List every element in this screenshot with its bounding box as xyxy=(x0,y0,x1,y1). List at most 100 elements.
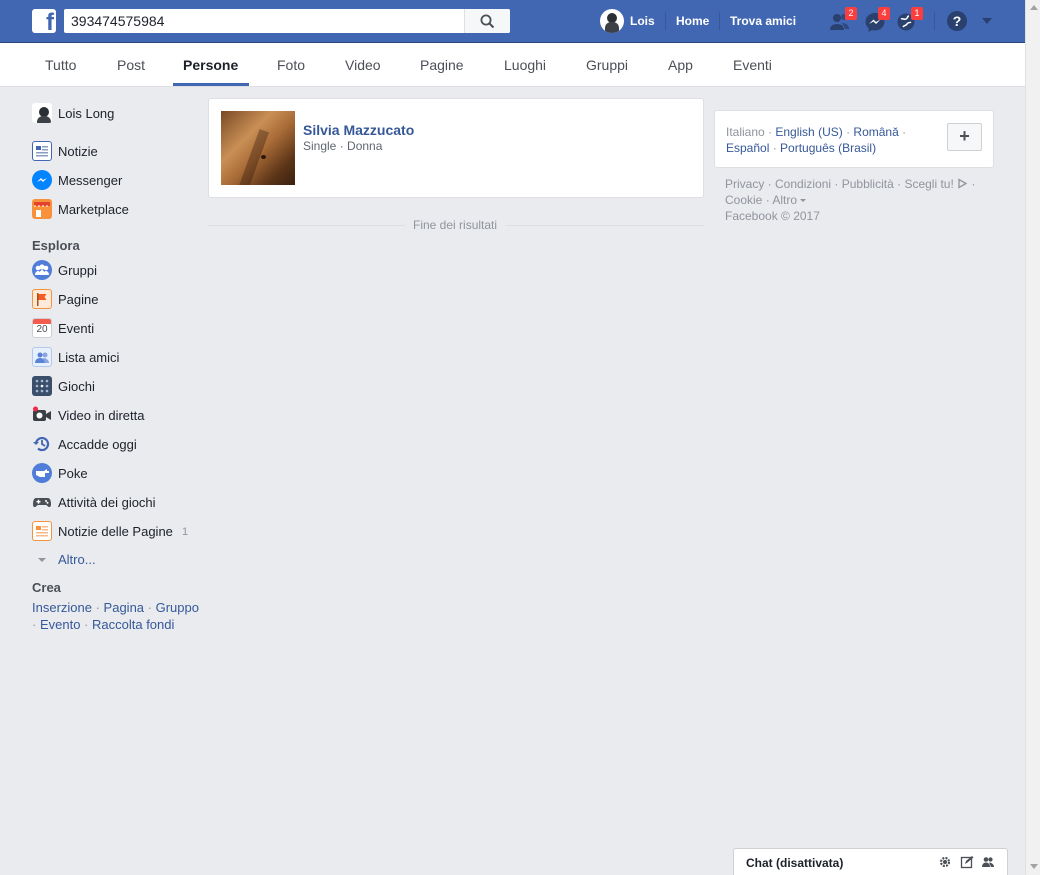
tab-posts[interactable]: Post xyxy=(117,57,145,73)
more-footer-link[interactable]: Altro xyxy=(772,193,797,207)
language-list: Italiano · English (US) · Română · Españ… xyxy=(726,125,907,155)
sidebar-item-live-video[interactable]: Video in diretta xyxy=(32,404,145,426)
messages-badge: 4 xyxy=(878,7,890,20)
sidebar-item-label: Notizie xyxy=(58,143,98,159)
add-language-button[interactable]: + xyxy=(947,123,982,151)
calendar-icon: 20 xyxy=(32,318,52,338)
svg-text:?: ? xyxy=(953,13,962,29)
sidebar-item-poke[interactable]: Poke xyxy=(32,462,88,484)
language-link[interactable]: English (US) xyxy=(775,125,842,139)
result-name-link[interactable]: Silvia Mazzucato xyxy=(303,122,414,138)
tab-events[interactable]: Eventi xyxy=(733,57,772,73)
language-link[interactable]: Español xyxy=(726,141,769,155)
language-link[interactable]: Português (Brasil) xyxy=(780,141,876,155)
sidebar-item-label: Notizie delle Pagine xyxy=(58,523,173,539)
create-event-link[interactable]: Evento xyxy=(40,617,80,632)
gamepad-icon xyxy=(32,492,52,512)
create-page-link[interactable]: Pagina xyxy=(104,600,144,615)
page-scrollbar[interactable] xyxy=(1025,0,1040,875)
search-box xyxy=(64,9,510,33)
search-button[interactable] xyxy=(464,9,510,33)
profile-link[interactable]: Lois xyxy=(600,8,655,34)
search-input[interactable] xyxy=(64,9,465,33)
sidebar-more-link[interactable]: Altro... xyxy=(32,548,96,570)
terms-link[interactable]: Condizioni xyxy=(775,177,831,191)
home-link[interactable]: Home xyxy=(676,14,709,28)
cookies-link[interactable]: Cookie xyxy=(725,193,762,207)
groups-icon xyxy=(32,260,52,280)
chat-sidebar-bar[interactable]: Chat (disattivata) xyxy=(733,848,1008,875)
sidebar-item-news-feed[interactable]: Notizie xyxy=(32,140,98,162)
privacy-link[interactable]: Privacy xyxy=(725,177,764,191)
sidebar-item-pages[interactable]: Pagine xyxy=(32,288,98,310)
friend-requests-badge: 2 xyxy=(845,7,857,20)
language-link[interactable]: Română xyxy=(853,125,898,139)
ad-choices-link[interactable]: Scegli tu! xyxy=(904,177,953,191)
nav-divider xyxy=(719,12,720,30)
sidebar-item-messenger[interactable]: Messenger xyxy=(32,169,122,191)
marketplace-icon xyxy=(32,199,52,219)
footer-links: Privacy · Condizioni · Pubblicità · Sceg… xyxy=(725,177,976,223)
scroll-down-arrow-icon[interactable] xyxy=(1030,864,1038,869)
sidebar-item-pages-feed[interactable]: Notizie delle Pagine xyxy=(32,520,202,542)
sidebar-item-label: Attività dei giochi xyxy=(58,494,156,510)
tab-videos[interactable]: Video xyxy=(345,57,381,73)
sidebar-item-label: Messenger xyxy=(58,172,123,188)
explore-heading: Esplora xyxy=(32,238,80,253)
sidebar-item-friend-list[interactable]: Lista amici xyxy=(32,346,119,368)
sidebar-item-events[interactable]: 20 Eventi xyxy=(32,317,94,339)
sidebar-item-label: Marketplace xyxy=(58,201,129,217)
sidebar-item-label: Poke xyxy=(58,465,88,481)
create-heading: Crea xyxy=(32,580,61,595)
more-label: Altro... xyxy=(58,551,96,567)
sidebar-item-games[interactable]: Giochi xyxy=(32,375,95,397)
sidebar-item-label: Giochi xyxy=(58,378,95,394)
chat-settings-button[interactable] xyxy=(938,855,952,869)
find-friends-link[interactable]: Trova amici xyxy=(730,14,796,28)
tab-places[interactable]: Luoghi xyxy=(504,57,546,73)
group-chat-icon xyxy=(982,857,994,867)
tab-apps[interactable]: App xyxy=(668,57,693,73)
account-menu-button[interactable] xyxy=(980,16,994,26)
tab-people[interactable]: Persone xyxy=(183,57,238,73)
create-ad-link[interactable]: Inserzione xyxy=(32,600,92,615)
sidebar-item-game-activity[interactable]: Attività dei giochi xyxy=(32,491,156,513)
search-filter-tabs: Tutto Post Persone Foto Video Pagine Luo… xyxy=(0,43,1025,87)
facebook-logo-icon[interactable]: f xyxy=(32,9,56,33)
help-icon: ? xyxy=(947,11,967,31)
sidebar-profile-name: Lois Long xyxy=(58,105,115,121)
help-button[interactable]: ? xyxy=(946,10,970,34)
active-tab-indicator xyxy=(173,83,249,86)
caret-down-icon xyxy=(982,18,992,24)
tab-all[interactable]: Tutto xyxy=(45,57,76,73)
tab-photos[interactable]: Foto xyxy=(277,57,305,73)
new-message-button[interactable] xyxy=(960,855,974,869)
ad-choices-icon xyxy=(958,178,968,189)
sidebar-item-label: Eventi xyxy=(58,320,95,336)
tab-groups[interactable]: Gruppi xyxy=(586,57,628,73)
create-links: Inserzione · Pagina · Gruppo · Evento · … xyxy=(32,600,199,632)
scroll-up-arrow-icon[interactable] xyxy=(1030,5,1038,10)
result-meta: Single · Donna xyxy=(303,139,383,153)
search-icon xyxy=(480,14,495,29)
friend-list-icon xyxy=(32,347,52,367)
create-group-link[interactable]: Gruppo xyxy=(156,600,199,615)
copyright: Facebook © 2017 xyxy=(725,209,820,223)
sidebar-item-profile[interactable]: Lois Long xyxy=(32,102,114,124)
sidebar-item-on-this-day[interactable]: Accadde oggi xyxy=(32,433,137,455)
profile-name: Lois xyxy=(630,14,655,28)
notifications-badge: 1 xyxy=(911,7,923,20)
sidebar-item-label: Accadde oggi xyxy=(58,436,137,452)
sidebar-item-label: Lista amici xyxy=(58,349,120,365)
pages-feed-icon xyxy=(32,521,52,541)
search-result-card: Silvia Mazzucato Single · Donna xyxy=(208,98,704,198)
tab-pages[interactable]: Pagine xyxy=(420,57,464,73)
create-group-chat-button[interactable] xyxy=(981,855,995,869)
sidebar-item-marketplace[interactable]: Marketplace xyxy=(32,198,129,220)
pages-flag-icon xyxy=(32,289,52,309)
profile-photo[interactable] xyxy=(221,111,295,185)
create-fundraiser-link[interactable]: Raccolta fondi xyxy=(92,617,174,632)
advertising-link[interactable]: Pubblicità xyxy=(842,177,894,191)
news-feed-icon xyxy=(32,141,52,161)
sidebar-item-groups[interactable]: Gruppi xyxy=(32,259,97,281)
